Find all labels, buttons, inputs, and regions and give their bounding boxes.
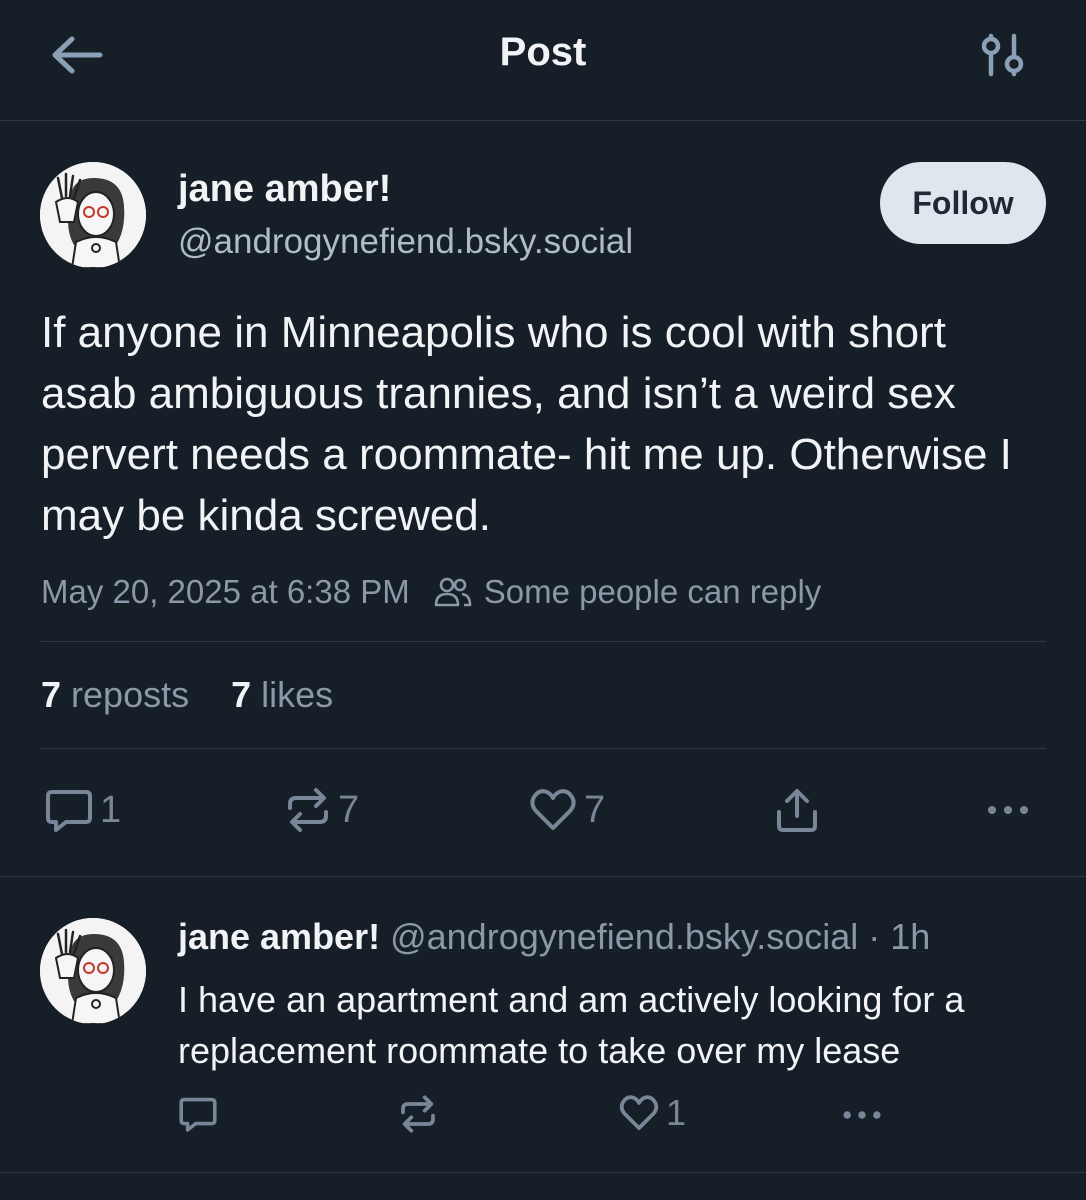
divider bbox=[41, 641, 1046, 642]
likes-count: 7 bbox=[231, 674, 252, 715]
follow-button[interactable]: Follow bbox=[880, 162, 1046, 244]
engagement-stats: 7 reposts 7 likes bbox=[41, 674, 375, 716]
reply-author-avatar[interactable] bbox=[40, 918, 146, 1024]
reply-count: 1 bbox=[100, 788, 122, 831]
post-timestamp[interactable]: May 20, 2025 at 6:38 PM bbox=[41, 573, 410, 611]
reply-permission[interactable]: Some people can reply bbox=[434, 573, 822, 611]
author-name[interactable]: jane amber! bbox=[178, 168, 391, 211]
page-title: Post bbox=[499, 30, 587, 74]
more-dots-icon bbox=[843, 1111, 881, 1119]
reposts-stat[interactable]: 7 reposts bbox=[41, 674, 189, 716]
reply-more-options-button[interactable] bbox=[838, 1102, 886, 1128]
repost-icon bbox=[288, 788, 328, 832]
post-text: If anyone in Minneapolis who is cool wit… bbox=[41, 308, 1012, 540]
reposts-label: reposts bbox=[71, 674, 190, 715]
reply-button[interactable]: 1 bbox=[44, 786, 121, 834]
reply-permission-label: Some people can reply bbox=[483, 573, 822, 610]
comment-icon bbox=[179, 1097, 217, 1132]
author-handle[interactable]: @androgynefiend.bsky.social bbox=[178, 222, 633, 262]
reply-reply-button[interactable] bbox=[178, 1094, 218, 1134]
reply-time: · 1h bbox=[868, 916, 931, 957]
share-button[interactable] bbox=[774, 786, 820, 834]
reply-repost-button[interactable] bbox=[398, 1094, 438, 1134]
author-avatar[interactable] bbox=[40, 162, 146, 268]
avatar-drawing-icon bbox=[40, 918, 146, 1024]
avatar-drawing-icon bbox=[40, 162, 146, 268]
post-meta: May 20, 2025 at 6:38 PM Some people can … bbox=[41, 570, 821, 614]
reply-header: jane amber! @androgynefiend.bsky.social … bbox=[178, 916, 930, 958]
heart-icon bbox=[619, 1095, 659, 1131]
more-dots-icon bbox=[988, 806, 1028, 814]
like-button[interactable]: 7 bbox=[528, 786, 605, 834]
reply-like-count: 1 bbox=[666, 1092, 687, 1133]
reposts-count: 7 bbox=[41, 674, 62, 715]
comment-icon bbox=[46, 790, 92, 832]
reply-author-name[interactable]: jane amber! bbox=[178, 916, 380, 957]
likes-label: likes bbox=[261, 674, 334, 715]
divider bbox=[41, 748, 1046, 749]
sliders-icon bbox=[981, 33, 1024, 77]
share-icon bbox=[777, 789, 817, 832]
likes-stat[interactable]: 7 likes bbox=[231, 674, 333, 716]
repost-icon bbox=[401, 1095, 435, 1133]
reply-text: I have an apartment and am actively look… bbox=[178, 979, 965, 1071]
heart-icon bbox=[530, 789, 576, 830]
reply-like-button[interactable]: 1 bbox=[618, 1092, 686, 1134]
section-divider bbox=[0, 1172, 1086, 1173]
top-bar: Post bbox=[0, 0, 1086, 121]
section-divider bbox=[0, 876, 1086, 877]
more-options-button[interactable] bbox=[984, 796, 1032, 824]
like-count: 7 bbox=[584, 788, 606, 831]
thread-settings-button[interactable] bbox=[976, 30, 1030, 80]
reply-author-handle[interactable]: @androgynefiend.bsky.social bbox=[390, 916, 858, 957]
people-icon bbox=[434, 577, 472, 607]
repost-count: 7 bbox=[338, 788, 360, 831]
repost-button[interactable]: 7 bbox=[284, 786, 359, 834]
